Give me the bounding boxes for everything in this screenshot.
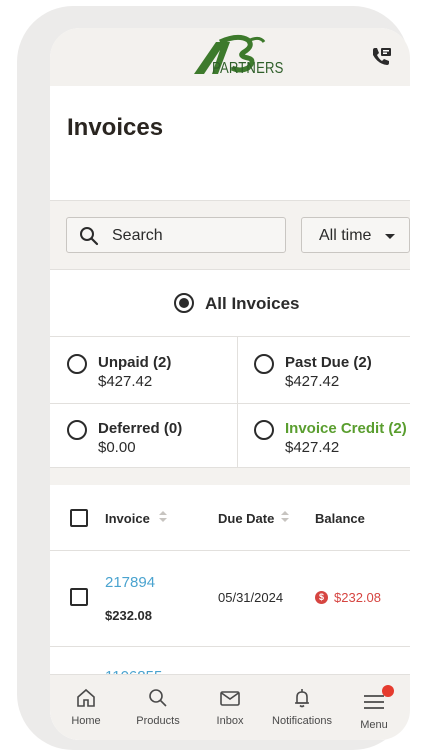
radio-icon[interactable] [67, 354, 87, 374]
filter-invoice-credit-label: Invoice Credit (2) [285, 420, 407, 437]
nav-menu-label: Menu [360, 719, 388, 731]
due-date: 05/31/2024 [218, 590, 284, 605]
app-header: PARTNERS [50, 28, 410, 86]
filter-bar: Search All time [50, 200, 410, 270]
nav-inbox[interactable]: Inbox [194, 675, 266, 740]
filter-past-due-label: Past Due (2) [285, 354, 372, 371]
table-header: Invoice Due Date Balance [50, 485, 410, 551]
brand-text: PARTNERS [212, 60, 284, 77]
home-icon [77, 688, 95, 707]
grid-divider [50, 403, 410, 404]
search-icon [80, 227, 99, 246]
device-frame: PARTNERS Invoices Search All time All In… [17, 6, 410, 750]
radio-icon[interactable] [254, 354, 274, 374]
nav-menu[interactable]: Menu [338, 675, 410, 740]
radio-selected-icon[interactable] [174, 293, 194, 313]
search-label: Search [112, 227, 163, 244]
filter-deferred-amount: $0.00 [98, 439, 136, 456]
filter-invoice-credit[interactable]: Invoice Credit (2) $427.42 [237, 403, 410, 469]
radio-icon[interactable] [254, 420, 274, 440]
row-checkbox[interactable] [70, 588, 88, 606]
filter-unpaid[interactable]: Unpaid (2) $427.42 [50, 337, 230, 403]
all-invoices-option[interactable]: All Invoices [50, 270, 410, 336]
phone-chat-icon[interactable] [370, 46, 392, 68]
invoice-link[interactable]: 217894 [105, 574, 155, 591]
menu-icon [364, 695, 384, 709]
app-screen: PARTNERS Invoices Search All time All In… [50, 28, 410, 740]
search-icon [149, 689, 167, 707]
column-header-due-date[interactable]: Due Date [218, 511, 274, 526]
nav-notifications[interactable]: Notifications [266, 675, 338, 740]
column-header-invoice[interactable]: Invoice [105, 511, 150, 526]
filter-deferred-label: Deferred (0) [98, 420, 183, 437]
column-header-balance[interactable]: Balance [315, 511, 365, 526]
search-button[interactable]: Search [66, 217, 286, 253]
all-invoices-label: All Invoices [205, 294, 300, 313]
balance-amount: $232.08 [334, 590, 381, 605]
page-title: Invoices [67, 114, 164, 141]
time-range-value: All time [319, 227, 372, 244]
filter-unpaid-amount: $427.42 [98, 373, 153, 390]
chevron-down-icon [385, 234, 395, 239]
table-row: 217894 $232.08 05/31/2024 $ $232.08 [50, 551, 410, 647]
filter-deferred[interactable]: Deferred (0) $0.00 [50, 403, 230, 469]
nav-home[interactable]: Home [50, 675, 122, 740]
sort-icon[interactable] [281, 511, 289, 523]
bell-icon [295, 689, 309, 708]
dollar-alert-icon: $ [315, 591, 328, 604]
filter-invoice-credit-amount: $427.42 [285, 439, 340, 456]
section-spacer [50, 468, 410, 485]
sort-icon[interactable] [159, 511, 167, 523]
radio-icon[interactable] [67, 420, 87, 440]
filter-past-due-amount: $427.42 [285, 373, 340, 390]
nav-products[interactable]: Products [122, 675, 194, 740]
invoice-amount: $232.08 [105, 608, 152, 623]
title-section: Invoices [50, 86, 410, 200]
time-range-dropdown[interactable]: All time [301, 217, 410, 253]
filter-unpaid-label: Unpaid (2) [98, 354, 172, 371]
select-all-checkbox[interactable] [70, 509, 88, 527]
status-filter-grid: Unpaid (2) $427.42 Past Due (2) $427.42 … [50, 336, 410, 469]
mail-icon [220, 691, 240, 706]
brand-logo[interactable]: PARTNERS [190, 34, 290, 80]
bottom-navigation: Home Products Inbox Notifications Menu [50, 674, 410, 740]
filter-past-due[interactable]: Past Due (2) $427.42 [237, 337, 410, 403]
notification-badge [382, 685, 394, 697]
